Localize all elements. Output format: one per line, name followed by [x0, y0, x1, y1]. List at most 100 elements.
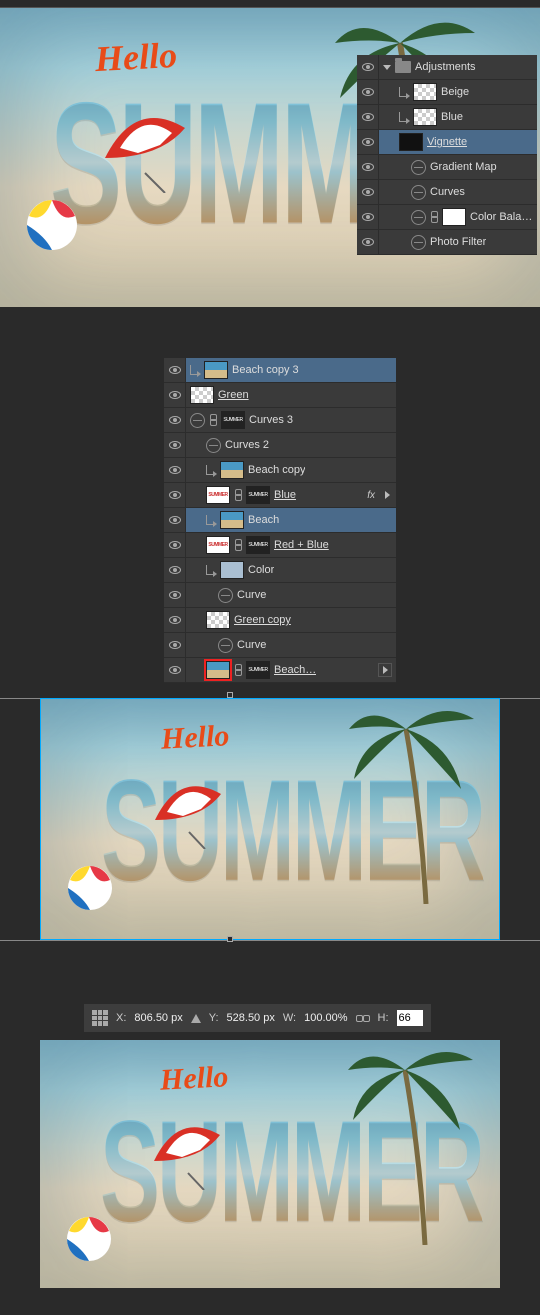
mask-thumb[interactable] — [442, 208, 466, 226]
layer-name-label[interactable]: Color Bala… — [470, 211, 532, 223]
link-icon[interactable] — [234, 539, 242, 551]
layer-name-label[interactable]: Gradient Map — [430, 161, 497, 173]
layer-name-label[interactable]: Curves — [430, 186, 465, 198]
panel2-row-9[interactable]: Curve — [164, 583, 396, 608]
visibility-toggle[interactable] — [357, 205, 379, 229]
visibility-toggle[interactable] — [164, 483, 186, 507]
visibility-toggle[interactable] — [164, 633, 186, 657]
w-value[interactable]: 100.00% — [304, 1012, 347, 1024]
layer-thumb[interactable] — [413, 83, 437, 101]
transform-handle-top[interactable] — [227, 692, 233, 698]
layer-thumb[interactable] — [204, 361, 228, 379]
fx-label[interactable]: fx — [367, 490, 381, 501]
layer-name-label[interactable]: Curves 2 — [225, 439, 269, 451]
layer-name-label[interactable]: Color — [248, 564, 274, 576]
layer-name-label[interactable]: Photo Filter — [430, 236, 486, 248]
panel2-row-1[interactable]: Green — [164, 383, 396, 408]
disclosure-arrow-icon[interactable] — [383, 65, 391, 70]
panel1-row-5[interactable]: Curves — [357, 180, 537, 205]
layer-name-label[interactable]: Curve — [237, 589, 266, 601]
visibility-toggle[interactable] — [164, 583, 186, 607]
layer-name-label[interactable]: Green copy — [234, 614, 291, 626]
visibility-toggle[interactable] — [164, 508, 186, 532]
visibility-toggle[interactable] — [357, 155, 379, 179]
transform-handle-bottom[interactable] — [227, 936, 233, 942]
visibility-toggle[interactable] — [164, 433, 186, 457]
layers-panel-2[interactable]: Beach copy 3 Green SUMMER Curves 3 Curves 2 B… — [164, 358, 396, 683]
panel-menu-icon[interactable] — [378, 663, 392, 677]
panel2-row-4[interactable]: Beach copy — [164, 458, 396, 483]
layer-thumb[interactable] — [220, 511, 244, 529]
layer-thumb[interactable] — [206, 611, 230, 629]
visibility-toggle[interactable] — [357, 55, 379, 79]
visibility-toggle[interactable] — [164, 608, 186, 632]
panel1-row-3[interactable]: Vignette — [357, 130, 537, 155]
visibility-toggle[interactable] — [357, 230, 379, 254]
h-input[interactable]: 66 — [397, 1010, 423, 1026]
layer-thumb[interactable] — [220, 461, 244, 479]
panel1-row-7[interactable]: Photo Filter — [357, 230, 537, 255]
panel1-row-0[interactable]: Adjustments — [357, 55, 537, 80]
visibility-toggle[interactable] — [164, 533, 186, 557]
delta-icon[interactable] — [191, 1014, 201, 1023]
visibility-toggle[interactable] — [357, 80, 379, 104]
panel2-row-6[interactable]: Beach — [164, 508, 396, 533]
layer-name-label[interactable]: Blue — [274, 489, 296, 501]
panel1-row-2[interactable]: Blue — [357, 105, 537, 130]
panel2-row-11[interactable]: Curve — [164, 633, 396, 658]
visibility-toggle[interactable] — [357, 105, 379, 129]
layer-thumb[interactable]: SUMMER — [206, 486, 230, 504]
layer-thumb[interactable] — [220, 561, 244, 579]
visibility-toggle[interactable] — [164, 383, 186, 407]
panel2-row-5[interactable]: SUMMER SUMMER Blue fx — [164, 483, 396, 508]
layer-thumb[interactable]: SUMMER — [206, 536, 230, 554]
panel2-row-10[interactable]: Green copy — [164, 608, 396, 633]
link-icon[interactable] — [234, 489, 242, 501]
visibility-toggle[interactable] — [164, 558, 186, 582]
visibility-toggle[interactable] — [357, 130, 379, 154]
layer-thumb[interactable] — [399, 133, 423, 151]
link-wh-icon[interactable] — [356, 1013, 370, 1023]
visibility-toggle[interactable] — [357, 180, 379, 204]
layer-name-label[interactable]: Vignette — [427, 136, 467, 148]
visibility-toggle[interactable] — [164, 458, 186, 482]
panel2-row-12[interactable]: SUMMER Beach… — [164, 658, 396, 683]
layer-name-label[interactable]: Beach copy 3 — [232, 364, 299, 376]
layer-name-label[interactable]: Blue — [441, 111, 463, 123]
visibility-toggle[interactable] — [164, 408, 186, 432]
fx-arrow-icon[interactable] — [385, 491, 390, 499]
panel2-row-7[interactable]: SUMMER SUMMER Red + Blue — [164, 533, 396, 558]
layer-name-label[interactable]: Beach… — [274, 664, 316, 676]
panel1-row-6[interactable]: Color Bala… — [357, 205, 537, 230]
link-icon[interactable] — [234, 664, 242, 676]
layer-thumb[interactable] — [190, 386, 214, 404]
panel2-row-8[interactable]: Color — [164, 558, 396, 583]
layer-name-label[interactable]: Green — [218, 389, 249, 401]
visibility-toggle[interactable] — [164, 358, 186, 382]
panel1-row-1[interactable]: Beige — [357, 80, 537, 105]
layer-name-label[interactable]: Beige — [441, 86, 469, 98]
mask-thumb[interactable]: SUMMER — [246, 536, 270, 554]
reference-point-grid[interactable] — [92, 1010, 108, 1026]
layer-name-label[interactable]: Beach — [248, 514, 279, 526]
mask-thumb[interactable]: SUMMER — [221, 411, 245, 429]
layer-name-label[interactable]: Adjustments — [415, 61, 476, 73]
layer-name-label[interactable]: Curves 3 — [249, 414, 293, 426]
layers-panel-1[interactable]: Adjustments Beige Blue Vignette Gradient Map… — [357, 55, 537, 255]
panel2-row-3[interactable]: Curves 2 — [164, 433, 396, 458]
layer-name-label[interactable]: Beach copy — [248, 464, 305, 476]
layer-thumb[interactable] — [413, 108, 437, 126]
panel1-row-4[interactable]: Gradient Map — [357, 155, 537, 180]
mask-thumb[interactable]: SUMMER — [246, 486, 270, 504]
x-value[interactable]: 806.50 px — [134, 1012, 182, 1024]
visibility-toggle[interactable] — [164, 658, 186, 682]
layer-thumb[interactable] — [206, 661, 230, 679]
panel2-row-0[interactable]: Beach copy 3 — [164, 358, 396, 383]
panel2-row-2[interactable]: SUMMER Curves 3 — [164, 408, 396, 433]
mask-thumb[interactable]: SUMMER — [246, 661, 270, 679]
layer-name-label[interactable]: Curve — [237, 639, 266, 651]
link-icon[interactable] — [430, 211, 438, 223]
y-value[interactable]: 528.50 px — [227, 1012, 275, 1024]
link-icon[interactable] — [209, 414, 217, 426]
layer-name-label[interactable]: Red + Blue — [274, 539, 329, 551]
